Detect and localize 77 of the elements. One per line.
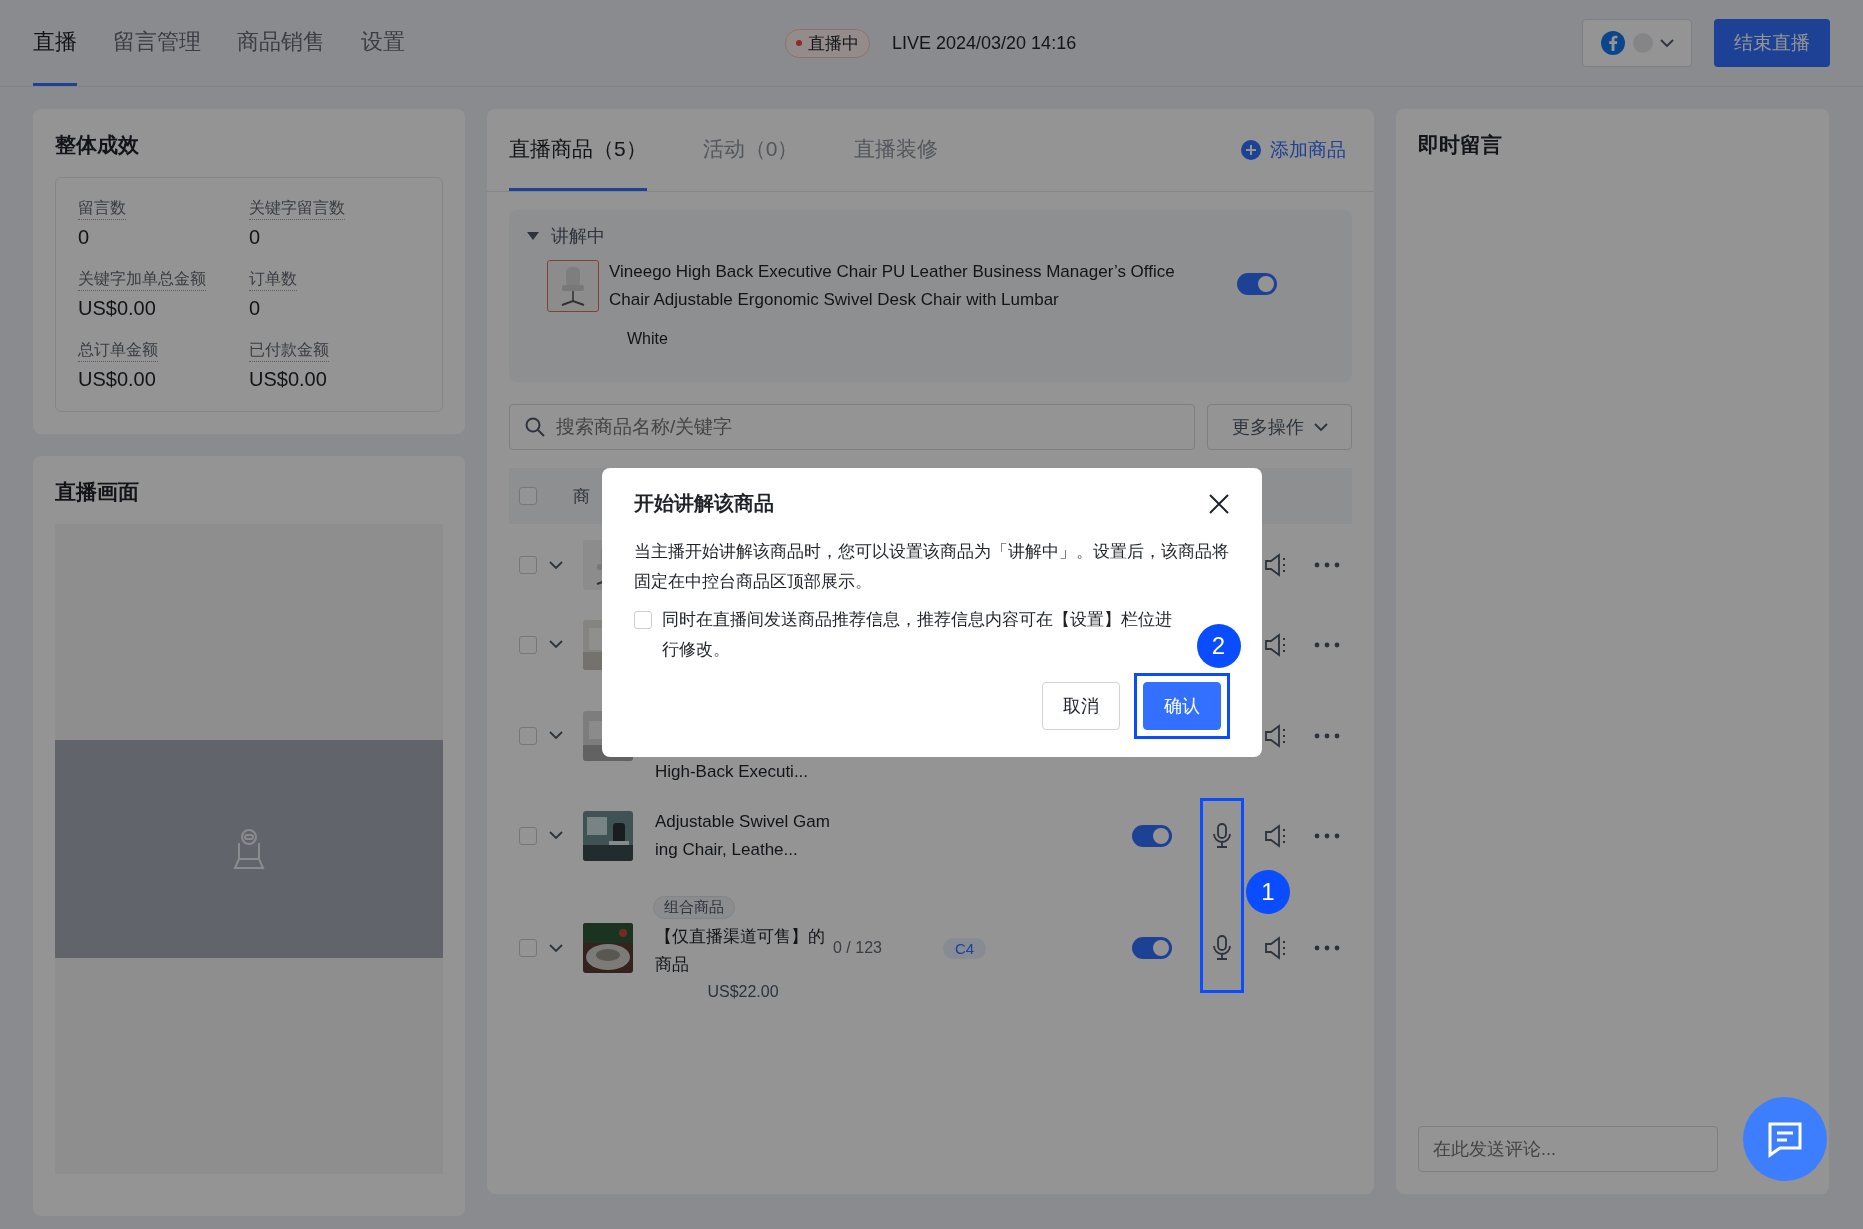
panel-tab[interactable]: 直播商品（5）: [509, 109, 647, 191]
stat-value: 0: [249, 226, 262, 249]
caret-icon[interactable]: [1313, 422, 1328, 432]
more-icon[interactable]: [1314, 641, 1340, 648]
search-field[interactable]: 搜索商品名称/关键字: [509, 404, 1195, 450]
checkbox[interactable]: [519, 556, 537, 574]
microphone-icon[interactable]: [1212, 935, 1232, 961]
expand-chevron-icon[interactable]: [549, 731, 563, 740]
stat-value: US$0.00: [249, 368, 328, 391]
account-dropdown[interactable]: [1582, 19, 1692, 67]
caret-icon[interactable]: [1660, 38, 1674, 48]
stock-count: 0 / 123: [833, 939, 882, 957]
panel-tab[interactable]: 活动（0）: [702, 109, 799, 191]
bundle-tag: 组合商品: [653, 895, 735, 919]
confirm-button[interactable]: 确认: [1142, 682, 1221, 730]
stat-value: 0: [249, 297, 262, 320]
expand-chevron-icon[interactable]: [549, 560, 563, 570]
cart-code-badge: C4: [943, 937, 987, 959]
card-title: 即时留言: [1418, 132, 1503, 158]
panel-tab[interactable]: 直播装修: [854, 109, 939, 191]
stat-label: 订单数: [249, 269, 297, 291]
more-actions-button[interactable]: 更多操作: [1207, 404, 1352, 450]
more-icon[interactable]: [1314, 732, 1340, 739]
more-icon[interactable]: [1314, 562, 1340, 568]
nav-tab[interactable]: 留言管理: [113, 0, 201, 86]
nav-tab[interactable]: 商品销售: [237, 0, 325, 86]
product-title: High-Back Executi...: [655, 761, 810, 783]
expand-chevron-icon[interactable]: [549, 640, 563, 649]
stat-label: 关键字留言数: [249, 198, 345, 220]
toggle-switch[interactable]: [1132, 824, 1172, 847]
option-label: 同时在直播间发送商品推荐信息，推荐信息内容可在【设置】栏位进行修改。: [661, 609, 1173, 661]
more-icon[interactable]: [1314, 945, 1340, 951]
toggle-switch[interactable]: [1132, 937, 1172, 959]
checkbox[interactable]: [519, 726, 537, 745]
stat-value: 0: [78, 226, 91, 249]
column-header: 商: [573, 485, 590, 508]
dialog-title: 开始讲解该商品: [633, 491, 774, 516]
card-title: 整体成效: [55, 132, 140, 158]
stat-label: 总订单金额: [78, 340, 158, 362]
stat-label: 留言数: [78, 198, 126, 220]
end-live-button[interactable]: 结束直播: [1714, 19, 1830, 67]
nav-tab[interactable]: 设置: [361, 0, 405, 86]
live-status-badge: 直播中: [785, 28, 870, 58]
plus-icon: [1240, 139, 1262, 161]
product-price: US$22.00: [707, 982, 779, 1001]
dialog-message: 当主播开始讲解该商品时，您可以设置该商品为「讲解中」。设置后，该商品将固定在中控台商品区顶部展示。: [633, 541, 1230, 593]
checkbox[interactable]: [519, 826, 537, 845]
section-heading: 讲解中: [551, 225, 605, 248]
cancel-button[interactable]: 取消: [1041, 682, 1120, 730]
more-icon[interactable]: [1314, 832, 1340, 839]
product-title: Vineego High Back Executive Chair PU Leather Business Manager’s Office Chair Adjustable Ergonomic Swivel Desk Chair with Lumbar: [609, 261, 1176, 311]
step-number: 2: [1196, 624, 1241, 668]
nav-tab[interactable]: 直播: [33, 0, 77, 86]
product-title: 【仅直播渠道可售】的商品: [655, 925, 826, 976]
add-product-link[interactable]: 添加商品: [1234, 136, 1352, 164]
comment-input[interactable]: 在此发送评论...: [1418, 1126, 1718, 1172]
search-icon: [525, 417, 545, 437]
product-variant: White: [627, 330, 669, 348]
toggle-switch[interactable]: [1237, 272, 1277, 295]
stat-value: US$0.00: [78, 297, 157, 320]
checkbox[interactable]: [519, 939, 537, 957]
stat-label: 关键字加单总金额: [78, 269, 206, 291]
product-title: Adjustable Swivel Gaming Chair, Leathe...: [655, 810, 831, 861]
expand-chevron-icon[interactable]: [549, 943, 563, 953]
close-icon[interactable]: [1207, 492, 1230, 515]
step-number: 1: [1246, 869, 1290, 914]
live-time: LIVE 2024/03/20 14:16: [892, 32, 1077, 54]
checkbox[interactable]: [519, 635, 537, 654]
collapse-caret-icon[interactable]: [527, 232, 539, 240]
stat-value: US$0.00: [78, 368, 157, 391]
microphone-icon[interactable]: [1212, 822, 1232, 849]
expand-chevron-icon[interactable]: [549, 831, 563, 840]
logo-icon: [1600, 30, 1626, 56]
stat-label: 已付款金额: [249, 340, 329, 362]
checkbox[interactable]: [633, 611, 652, 629]
card-title: 直播画面: [55, 479, 140, 505]
select-all-checkbox[interactable]: [519, 487, 537, 505]
